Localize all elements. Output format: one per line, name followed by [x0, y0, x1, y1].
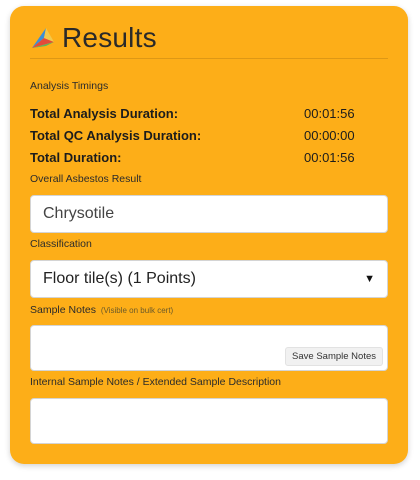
results-header: Results — [30, 18, 388, 58]
page-title: Results — [62, 22, 157, 53]
timing-row-qc: Total QC Analysis Duration: 00:00:00 — [30, 126, 380, 144]
timing-value: 00:01:56 — [304, 149, 355, 165]
header-divider — [30, 58, 388, 59]
analysis-timings-label: Analysis Timings — [30, 80, 109, 92]
brand-logo-icon — [32, 28, 54, 48]
classification-select[interactable]: Floor tile(s) (1 Points) ▼ — [30, 260, 388, 298]
sample-notes-textarea[interactable]: Save Sample Notes — [30, 325, 388, 371]
results-card: Results Analysis Timings Total Analysis … — [10, 6, 408, 464]
timing-value: 00:01:56 — [304, 105, 355, 121]
asbestos-result-input[interactable]: Chrysotile — [30, 195, 388, 233]
classification-label: Classification — [30, 238, 92, 250]
asbestos-result-label: Overall Asbestos Result — [30, 173, 142, 185]
caret-down-icon: ▼ — [364, 273, 375, 285]
internal-notes-textarea[interactable] — [30, 398, 388, 444]
timing-value: 00:00:00 — [304, 127, 355, 143]
timing-row-total: Total Duration: 00:01:56 — [30, 148, 380, 166]
internal-notes-label: Internal Sample Notes / Extended Sample … — [30, 376, 281, 388]
classification-selected-value: Floor tile(s) (1 Points) — [43, 270, 196, 287]
timing-label: Total Duration: — [30, 149, 122, 165]
save-sample-notes-button[interactable]: Save Sample Notes — [285, 347, 383, 366]
timing-row-analysis: Total Analysis Duration: 00:01:56 — [30, 104, 380, 122]
timing-label: Total Analysis Duration: — [30, 105, 179, 121]
timing-label: Total QC Analysis Duration: — [30, 127, 202, 143]
sample-notes-label-text: Sample Notes — [30, 304, 96, 316]
asbestos-result-value: Chrysotile — [43, 205, 115, 222]
sample-notes-hint: (Visible on bulk cert) — [100, 306, 174, 315]
sample-notes-label: Sample Notes (Visible on bulk cert) — [30, 304, 173, 316]
